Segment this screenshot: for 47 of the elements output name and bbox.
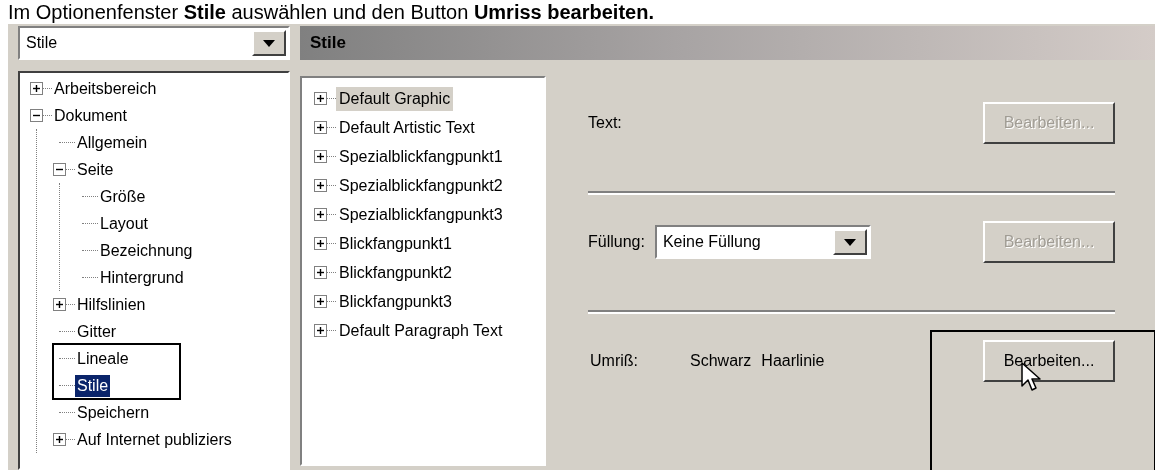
tree-item[interactable]: Auf Internet publiziers — [75, 428, 234, 451]
expand-icon[interactable] — [314, 179, 327, 192]
style-item[interactable]: Spezialblickfangpunkt1 — [336, 144, 506, 169]
tree-item[interactable]: Arbeitsbereich — [52, 77, 159, 100]
expand-icon[interactable] — [314, 324, 327, 337]
expand-icon[interactable] — [314, 92, 327, 105]
property-label: Text: — [588, 113, 622, 133]
tree-item[interactable]: Seite — [75, 158, 116, 181]
expand-icon[interactable] — [314, 266, 327, 279]
style-item[interactable]: Default Paragraph Text — [336, 318, 506, 343]
property-label: Umriß: — [589, 351, 639, 371]
tree-item[interactable]: Stile — [75, 374, 111, 397]
style-item[interactable]: Blickfangpunkt3 — [336, 289, 455, 314]
edit-button[interactable]: Bearbeiten... — [983, 340, 1115, 382]
outline-value: Haarlinie — [761, 351, 825, 371]
expand-icon[interactable] — [314, 121, 327, 134]
collapse-icon[interactable] — [53, 163, 66, 176]
category-select[interactable]: Stile — [18, 26, 290, 60]
tree-item[interactable]: Dokument — [52, 104, 129, 127]
fill-select[interactable]: Keine Füllung — [654, 225, 871, 259]
expand-icon[interactable] — [314, 295, 327, 308]
caption: Im Optionenfenster Stile auswählen und den Button Umriss bearbeiten. — [8, 0, 655, 24]
property-label: Füllung: — [588, 232, 645, 252]
panel-header: Stile — [300, 26, 1155, 60]
expand-icon[interactable] — [53, 433, 66, 446]
tree-item[interactable]: Allgemein — [75, 131, 150, 154]
expand-icon[interactable] — [314, 237, 327, 250]
collapse-icon[interactable] — [30, 109, 43, 122]
tree-item[interactable]: Speichern — [75, 401, 152, 424]
style-item[interactable]: Blickfangpunkt2 — [336, 260, 455, 285]
expand-icon[interactable] — [314, 208, 327, 221]
tree-item[interactable]: Layout — [98, 212, 151, 235]
expand-icon[interactable] — [53, 298, 66, 311]
expand-icon[interactable] — [314, 150, 327, 163]
tree-item[interactable]: Bezeichnung — [98, 239, 195, 262]
style-item[interactable]: Spezialblickfangpunkt3 — [336, 202, 506, 227]
tree-item[interactable]: Gitter — [75, 320, 119, 343]
tree-item[interactable]: Lineale — [75, 347, 131, 370]
style-item[interactable]: Default Artistic Text — [336, 115, 478, 140]
tree-item[interactable]: Hintergrund — [98, 266, 186, 289]
style-item[interactable]: Default Graphic — [336, 86, 454, 111]
expand-icon[interactable] — [30, 82, 43, 95]
tree-item[interactable]: Hilfslinien — [75, 293, 148, 316]
style-item[interactable]: Blickfangpunkt1 — [336, 231, 455, 256]
outline-value: Schwarz — [690, 351, 752, 371]
tree-item[interactable]: Größe — [98, 185, 148, 208]
style-item[interactable]: Spezialblickfangpunkt2 — [336, 173, 506, 198]
